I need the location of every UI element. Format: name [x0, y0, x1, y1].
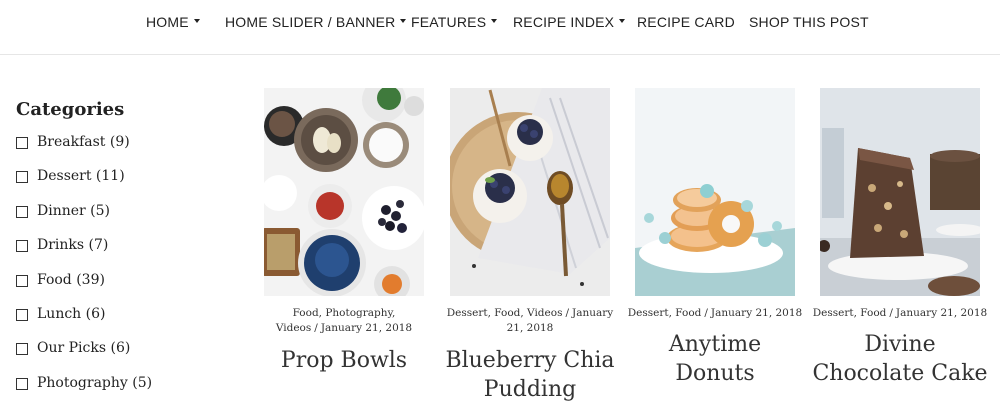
post-date: January 21, 2018 — [320, 322, 413, 334]
nav-item-home-slider-banner[interactable]: HOME SLIDER / BANNER — [225, 14, 407, 32]
nav-item-label: SHOP THIS POST — [749, 14, 869, 30]
category-label: Photography (5) — [37, 374, 153, 391]
post-title[interactable]: Blueberry Chia Pudding — [434, 346, 626, 404]
post-thumbnail-blueberry-chia-pudding[interactable] — [450, 88, 610, 296]
post-thumbnail-anytime-donuts[interactable] — [635, 88, 795, 296]
categories-heading: Categories — [16, 99, 125, 120]
category-checkbox[interactable] — [16, 343, 28, 356]
post-title-line: Anytime — [668, 332, 762, 357]
post-categories[interactable]: Dessert, Food — [628, 307, 702, 319]
caret-down-icon — [400, 19, 407, 24]
meta-separator: / — [704, 307, 708, 319]
post-title-line: Chocolate Cake — [812, 361, 988, 386]
caret-down-icon — [619, 19, 626, 24]
nav-item-label: HOME — [146, 14, 189, 30]
post-title[interactable]: Anytime Donuts — [619, 330, 811, 388]
post-categories[interactable]: Dessert, Food, Videos — [447, 307, 563, 319]
category-label: Our Picks (6) — [37, 340, 131, 357]
post-date: January 21, 2018 — [895, 307, 988, 319]
category-checkbox[interactable] — [16, 308, 28, 321]
post-title[interactable]: Divine Chocolate Cake — [804, 330, 996, 388]
category-label: Dessert (11) — [37, 168, 125, 185]
main-navigation: HOME HOME SLIDER / BANNER FEATURES RECIP… — [0, 0, 1000, 55]
post-title-line: Donuts — [675, 361, 755, 386]
blueberry-chia-pudding-photo — [450, 88, 610, 296]
post-title-line: Divine — [864, 332, 936, 357]
nav-item-label: RECIPE CARD — [637, 14, 735, 30]
meta-separator: / — [565, 307, 570, 319]
prop-bowls-photo — [264, 88, 424, 296]
caret-down-icon — [491, 19, 498, 24]
post-thumbnail-divine-chocolate-cake[interactable] — [820, 88, 980, 296]
category-checkbox[interactable] — [16, 274, 28, 287]
category-checkbox[interactable] — [16, 377, 28, 390]
post-meta: Dessert, Food, Videos / January 21, 2018 — [442, 306, 618, 336]
nav-item-recipe-card[interactable]: RECIPE CARD — [637, 14, 735, 32]
nav-item-label: HOME SLIDER / BANNER — [225, 14, 396, 30]
category-label: Breakfast (9) — [37, 134, 130, 150]
meta-separator: / — [314, 322, 318, 334]
post-title[interactable]: Prop Bowls — [248, 346, 440, 375]
divine-chocolate-cake-photo — [820, 88, 980, 296]
post-date: January 21, 2018 — [710, 307, 803, 319]
nav-item-shop-this-post[interactable]: SHOP THIS POST — [749, 14, 869, 32]
nav-item-home[interactable]: HOME — [146, 14, 200, 32]
post-categories[interactable]: Dessert, Food — [813, 307, 887, 319]
post-title-line: Blueberry Chia — [445, 348, 615, 373]
nav-item-label: FEATURES — [411, 14, 487, 30]
category-checkbox[interactable] — [16, 240, 28, 253]
post-meta: Dessert, Food / January 21, 2018 — [627, 306, 803, 321]
post-title-line: Prop Bowls — [280, 348, 408, 373]
caret-down-icon — [193, 19, 200, 24]
category-checkbox[interactable] — [16, 137, 28, 149]
post-meta: Dessert, Food / January 21, 2018 — [812, 306, 988, 321]
nav-item-features[interactable]: FEATURES — [411, 14, 498, 32]
post-title-line: Pudding — [483, 377, 577, 402]
category-label: Dinner (5) — [37, 202, 110, 219]
nav-item-label: RECIPE INDEX — [513, 14, 615, 30]
post-meta: Food, Photography, Videos / January 21, 20… — [256, 306, 432, 336]
category-checkbox[interactable] — [16, 205, 28, 218]
category-label: Lunch (6) — [37, 305, 106, 322]
meta-separator: / — [889, 307, 893, 319]
category-label: Food (39) — [37, 271, 105, 288]
nav-item-recipe-index[interactable]: RECIPE INDEX — [513, 14, 626, 32]
post-thumbnail-prop-bowls[interactable] — [264, 88, 424, 296]
category-label: Drinks (7) — [37, 237, 109, 254]
anytime-donuts-photo — [635, 88, 795, 296]
category-checkbox[interactable] — [16, 171, 28, 184]
